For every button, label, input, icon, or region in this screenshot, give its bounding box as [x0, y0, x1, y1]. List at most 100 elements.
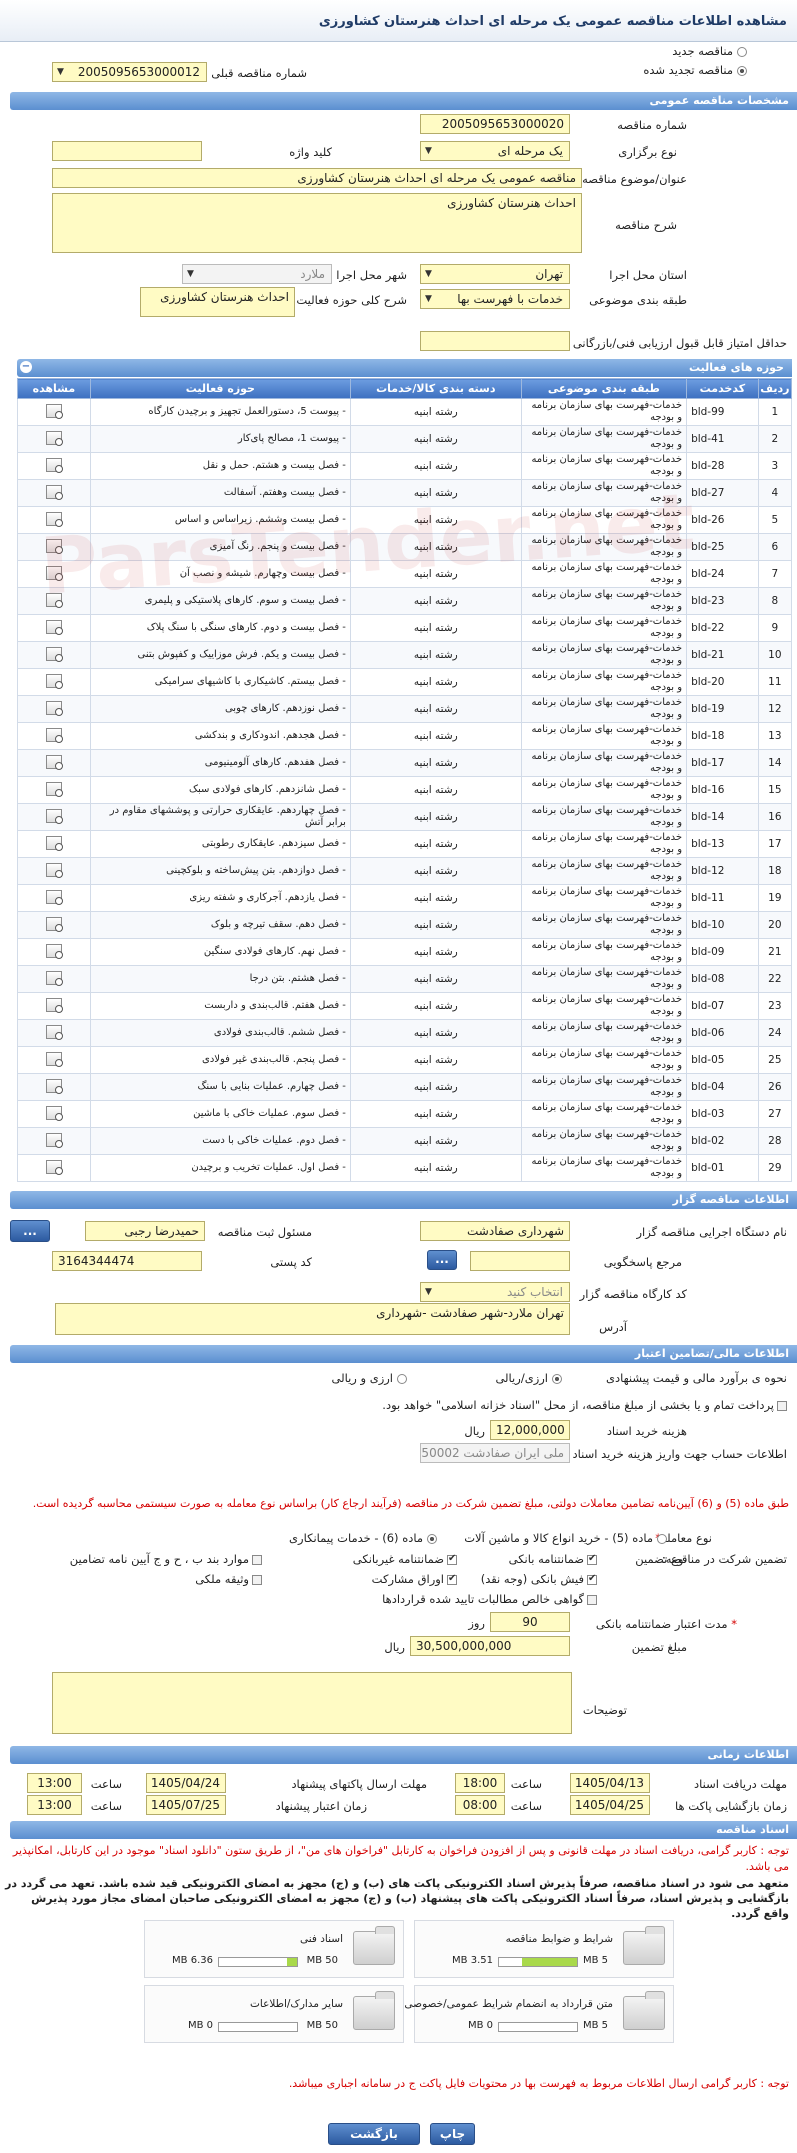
row-index: 26 [757, 1073, 793, 1101]
amount-field: 30,500,000,000 [410, 1636, 570, 1656]
resp-field: حمیدرضا رجبی [85, 1221, 205, 1241]
view-details-icon[interactable] [45, 700, 63, 716]
view-details-icon[interactable] [45, 457, 63, 473]
file-max: 50 MB [306, 1955, 338, 1966]
classification: خدمات-فهرست بهای سازمان برنامه و بودجه [520, 452, 688, 480]
view-details-icon[interactable] [45, 619, 63, 635]
row-index: 11 [757, 668, 793, 696]
g-articles-checkbox[interactable]: موارد بند ب ، ح و ج آیین نامه تضامین [70, 1552, 262, 1566]
prev-tender-select[interactable]: ▼ 2005095653000012 [52, 62, 207, 82]
workshop-select[interactable]: ▼ انتخاب کنید [420, 1282, 570, 1302]
rial-unit: ریال [464, 1424, 485, 1438]
city-select[interactable]: ▼ ملارد [182, 264, 332, 284]
table-row: 10 bld-21 خدمات-فهرست بهای سازمان برنامه و… [17, 641, 793, 669]
view-details-icon[interactable] [45, 727, 63, 743]
view-details-icon[interactable] [45, 754, 63, 770]
table-row: 21 bld-09 خدمات-فهرست بهای سازمان برنامه و… [17, 938, 793, 966]
estimate-option-2[interactable]: ارزی و ریالی [331, 1371, 407, 1385]
treasury-checkbox[interactable]: پرداخت تمام و یا بخشی از مبلغ مناقصه، از… [382, 1398, 787, 1412]
activity-area: - فصل بیست و دوم. کارهای سنگی با سنگ پلا… [89, 614, 351, 642]
view-details-icon[interactable] [45, 646, 63, 662]
goods-category: رشته ابنیه [349, 668, 522, 696]
table-row: 23 bld-07 خدمات-فهرست بهای سازمان برنامه و… [17, 992, 793, 1020]
validity-label: * مدت اعتبار ضمانتنامه بانکی [595, 1617, 737, 1631]
ref-lookup-button[interactable]: ... [427, 1250, 457, 1270]
category-select[interactable]: ▼ خدمات با فهرست بها [420, 289, 570, 309]
view-details-icon[interactable] [45, 808, 63, 824]
view-details-icon[interactable] [45, 484, 63, 500]
g-claims-checkbox[interactable]: گواهی خالص مطالبات تایید شده قراردادها [382, 1592, 597, 1606]
deal-option-6[interactable]: ماده (6) - خدمات پیمانکاری [289, 1531, 437, 1545]
chevron-down-icon: ▼ [425, 146, 432, 156]
radio-new-tender[interactable]: مناقصه جدید [672, 44, 747, 58]
address-label: آدرس [599, 1320, 627, 1334]
table-row: 19 bld-11 خدمات-فهرست بهای سازمان برنامه و… [17, 884, 793, 912]
view-details-icon[interactable] [45, 835, 63, 851]
file-box[interactable]: سایر مدارک/اطلاعات 50 MB 0 MB [144, 1985, 404, 2043]
resp-lookup-button[interactable]: ... [10, 1220, 50, 1242]
keyword-input[interactable] [52, 141, 202, 161]
view-details-icon[interactable] [45, 1051, 63, 1067]
classification: خدمات-فهرست بهای سازمان برنامه و بودجه [520, 641, 688, 669]
ref-field [470, 1251, 570, 1271]
service-code: bld-06 [686, 1019, 759, 1047]
view-details-icon[interactable] [45, 673, 63, 689]
activity-area: - فصل نوزدهم. کارهای چوبی [89, 695, 351, 723]
g-bank-checkbox[interactable]: ضمانتنامه بانکی [509, 1552, 597, 1566]
view-cell [17, 884, 91, 912]
file-box[interactable]: شرایط و ضوابط مناقصه 5 MB 3.51 MB [414, 1920, 674, 1978]
view-details-icon[interactable] [45, 430, 63, 446]
print-button[interactable]: چاپ [430, 2123, 475, 2145]
view-details-icon[interactable] [45, 916, 63, 932]
file-box[interactable]: متن قرارداد به انضمام شرایط عمومی/خصوصی … [404, 1985, 674, 2043]
classification: خدمات-فهرست بهای سازمان برنامه و بودجه [520, 614, 688, 642]
view-details-icon[interactable] [45, 781, 63, 797]
view-details-icon[interactable] [45, 1105, 63, 1121]
section-docs: اسناد مناقصه [10, 1821, 797, 1839]
subject-label: عنوان/موضوع مناقصه [582, 172, 687, 186]
footer-note: توجه : کاربر گرامی ارسال اطلاعات مربوط ب… [288, 2077, 789, 2090]
province-select[interactable]: ▼ تهران [420, 264, 570, 284]
service-code: bld-04 [686, 1073, 759, 1101]
view-cell [17, 722, 91, 750]
table-row: 20 bld-10 خدمات-فهرست بهای سازمان برنامه و… [17, 911, 793, 939]
view-details-icon[interactable] [45, 1078, 63, 1094]
table-row: 11 bld-20 خدمات-فهرست بهای سازمان برنامه و… [17, 668, 793, 696]
view-details-icon[interactable] [45, 403, 63, 419]
classification: خدمات-فهرست بهای سازمان برنامه و بودجه [520, 425, 688, 453]
view-details-icon[interactable] [45, 970, 63, 986]
view-details-icon[interactable] [45, 1024, 63, 1040]
back-button[interactable]: بازگشت [328, 2123, 420, 2145]
service-code: bld-18 [686, 722, 759, 750]
view-details-icon[interactable] [45, 943, 63, 959]
table-row: 18 bld-12 خدمات-فهرست بهای سازمان برنامه و… [17, 857, 793, 885]
view-details-icon[interactable] [45, 1132, 63, 1148]
checkbox-icon [777, 1400, 787, 1411]
t-receive-time: 18:00 [455, 1773, 505, 1793]
view-details-icon[interactable] [45, 997, 63, 1013]
deal-option-5[interactable]: ماده (5) - خرید انواع کالا و ماشین آلات [464, 1531, 667, 1545]
g-bonds-checkbox[interactable]: اوراق مشارکت [372, 1572, 457, 1586]
row-index: 8 [757, 587, 793, 615]
estimate-option-1[interactable]: ارزی/ریالی [495, 1371, 562, 1385]
view-details-icon[interactable] [45, 862, 63, 878]
type-select[interactable]: ▼ یک مرحله ای [420, 141, 570, 161]
view-details-icon[interactable] [45, 1159, 63, 1175]
workshop-label: کد کارگاه مناقصه گزار [579, 1287, 687, 1301]
g-property-checkbox[interactable]: وثیقه ملکی [195, 1572, 262, 1586]
radio-renewed-tender[interactable]: مناقصه تجدید شده [643, 63, 747, 77]
row-index: 16 [757, 803, 793, 831]
collapse-icon[interactable]: − [20, 361, 32, 373]
table-row: 26 bld-04 خدمات-فهرست بهای سازمان برنامه و… [17, 1073, 793, 1101]
table-row: 1 bld-99 خدمات-فهرست بهای سازمان برنامه و … [17, 398, 793, 426]
g-nonbank-checkbox[interactable]: ضمانتنامه غیربانکی [353, 1552, 457, 1566]
activity-area: - فصل هفتم. قالب‌بندی و داربست [89, 992, 351, 1020]
org-name-field: شهرداری صفادشت [420, 1221, 570, 1241]
service-code: bld-13 [686, 830, 759, 858]
g-cash-checkbox[interactable]: فیش بانکی (وجه نقد) [481, 1572, 597, 1586]
view-details-icon[interactable] [45, 889, 63, 905]
classification: خدمات-فهرست بهای سازمان برنامه و بودجه [520, 1046, 688, 1074]
file-box[interactable]: اسناد فنی 50 MB 6.36 MB [144, 1920, 404, 1978]
chevron-down-icon: ▼ [57, 67, 64, 77]
service-code: bld-12 [686, 857, 759, 885]
